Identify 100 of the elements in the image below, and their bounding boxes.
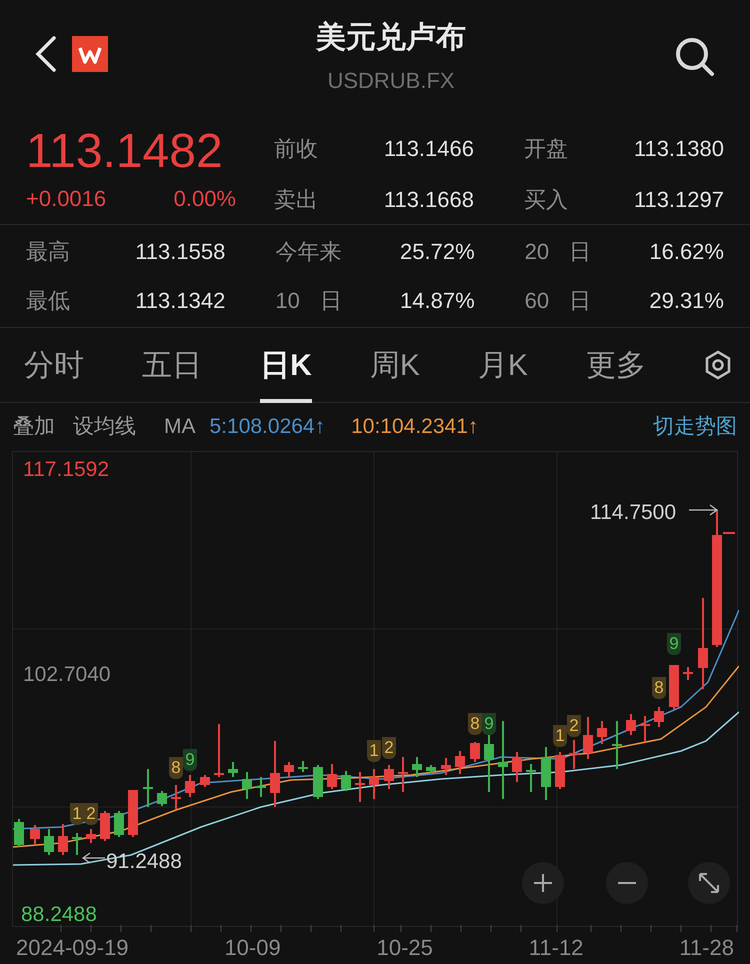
candlestick [58,824,68,855]
back-icon[interactable] [34,36,58,72]
candlestick [114,810,124,837]
signal-marker: 2 [84,802,98,825]
candlestick [242,772,252,799]
candlestick [185,774,195,797]
period-tab[interactable]: 五日 [142,328,202,403]
candlestick [398,756,408,792]
stat-label: 最高 [26,238,70,266]
candlestick [128,790,138,837]
candlestick [30,824,40,845]
candlestick [541,746,551,800]
stat-value: 113.1342 [135,287,226,316]
date-label: 11-12 [528,934,584,962]
field-label: 买入 [524,186,568,214]
field-value: 113.1668 [384,186,474,214]
stat-value: 113.1558 [135,238,226,266]
field-label: 前收 [274,135,318,164]
candlestick [654,706,664,727]
axis-min-label: 88.2488 [21,902,97,928]
date-label: 2024-09-19 [16,934,129,962]
signal-marker: 8 [468,712,482,735]
date-label: 11-28 [679,934,734,962]
candlestick [270,740,280,807]
candlestick [157,790,167,806]
candlestick [100,810,110,841]
candlestick [455,750,465,774]
candlestick [228,762,238,777]
candlestick [200,774,210,787]
zoom-out-button[interactable] [606,862,648,904]
plus-icon [533,872,553,893]
stat-value: 14.87% [400,287,475,316]
period-tab[interactable]: 日K [260,328,312,403]
candlestick [313,764,323,799]
stat-unit: 日 [320,287,342,316]
period-tab[interactable]: 更多 [586,328,646,403]
candlestick [143,768,153,807]
signal-marker: 1 [553,724,567,747]
current-price: 113.1482 [26,124,224,180]
candlestick [384,764,394,789]
candlestick [355,772,365,802]
candlestick [683,666,693,680]
expand-icon [698,872,720,894]
candlestick [86,828,96,843]
search-icon[interactable] [674,36,716,78]
signal-marker: 2 [567,714,581,737]
signal-marker: 8 [652,676,666,699]
signal-marker: 2 [382,736,396,759]
ma-value: 5:108.0264↑ [210,414,326,440]
field-label: 卖出 [274,186,318,214]
settings-icon[interactable] [704,350,732,380]
change-percent: 0.00% [174,185,236,214]
switch-trend-link[interactable]: 切走势图 [653,411,737,443]
field-value: 113.1297 [634,186,724,214]
zoom-in-button[interactable] [522,862,564,904]
candlestick [470,742,480,762]
date-label: 10-09 [224,934,281,962]
candlestick [284,762,294,777]
set-ma-option[interactable]: 设均线 [73,411,136,443]
candlestick [327,764,337,789]
overlay-option[interactable]: 叠加 [13,411,55,443]
signal-marker: 9 [667,632,681,655]
candlestick [555,752,565,789]
minus-icon [617,880,637,885]
period-tab[interactable]: 周K [370,328,420,403]
candlestick [597,720,607,744]
candlestick [44,828,54,855]
stat-label: 10 [275,287,300,316]
symbol-code: USDRUB.FX [327,68,455,94]
stat-value: 25.72% [400,238,475,266]
candlestick [626,714,636,735]
candlestick [441,758,451,775]
candlestick [369,768,379,799]
candlestick [669,664,679,709]
price-marker [723,532,735,534]
page-title: 美元兑卢布 [316,20,466,56]
pointer-arrow [688,504,718,516]
date-label: 10-25 [376,934,433,962]
field-value: 113.1466 [384,135,474,164]
stat-value: 16.62% [649,238,724,266]
axis-max-label: 117.1592 [23,456,110,483]
period-tab[interactable]: 分时 [24,328,84,403]
candlestick [256,776,266,797]
candlestick [298,760,308,772]
ma-value: 10:104.2341↑ [351,414,478,440]
fullscreen-button[interactable] [688,862,730,904]
candlestick [526,764,536,792]
ma-label: MA [164,414,196,440]
candlestick [612,720,622,769]
candlestick [412,756,422,777]
candlestick [640,716,650,742]
candlestick [14,818,24,847]
stat-label: 20 [524,238,550,266]
stat-unit: 日 [569,238,592,266]
period-tab[interactable]: 月K [478,328,528,403]
stat-label: 最低 [26,287,70,316]
field-label: 开盘 [524,135,568,164]
axis-mid-label: 102.7040 [23,662,111,688]
high-price-label: 114.7500 [590,500,676,526]
stat-value: 29.31% [649,287,724,316]
